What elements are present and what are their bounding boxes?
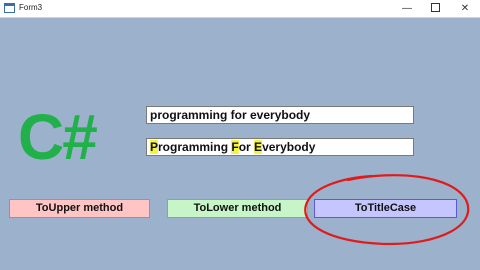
result-text-part: or: [238, 140, 255, 154]
result-text-part: rogramming: [158, 140, 232, 154]
tolower-button[interactable]: ToLower method: [167, 199, 308, 218]
totitlecase-button[interactable]: ToTitleCase: [314, 199, 457, 218]
highlight-letter: F: [231, 140, 239, 154]
toupper-button[interactable]: ToUpper method: [9, 199, 150, 218]
close-icon[interactable]: ✕: [450, 0, 480, 17]
highlight-letter: E: [254, 140, 263, 154]
window-title: Form3: [19, 3, 43, 12]
minimize-icon[interactable]: —: [392, 0, 422, 17]
result-text-part: verybody: [262, 140, 316, 154]
original-text-input[interactable]: programming for everybody: [146, 106, 414, 124]
maximize-icon[interactable]: [420, 0, 450, 17]
title-bar: Form3 — ✕: [0, 0, 480, 18]
csharp-logo: C#: [18, 101, 98, 173]
app-icon: [4, 3, 15, 13]
highlight-letter: P: [150, 140, 159, 154]
result-text-input[interactable]: Programming For Everybody: [146, 138, 414, 156]
